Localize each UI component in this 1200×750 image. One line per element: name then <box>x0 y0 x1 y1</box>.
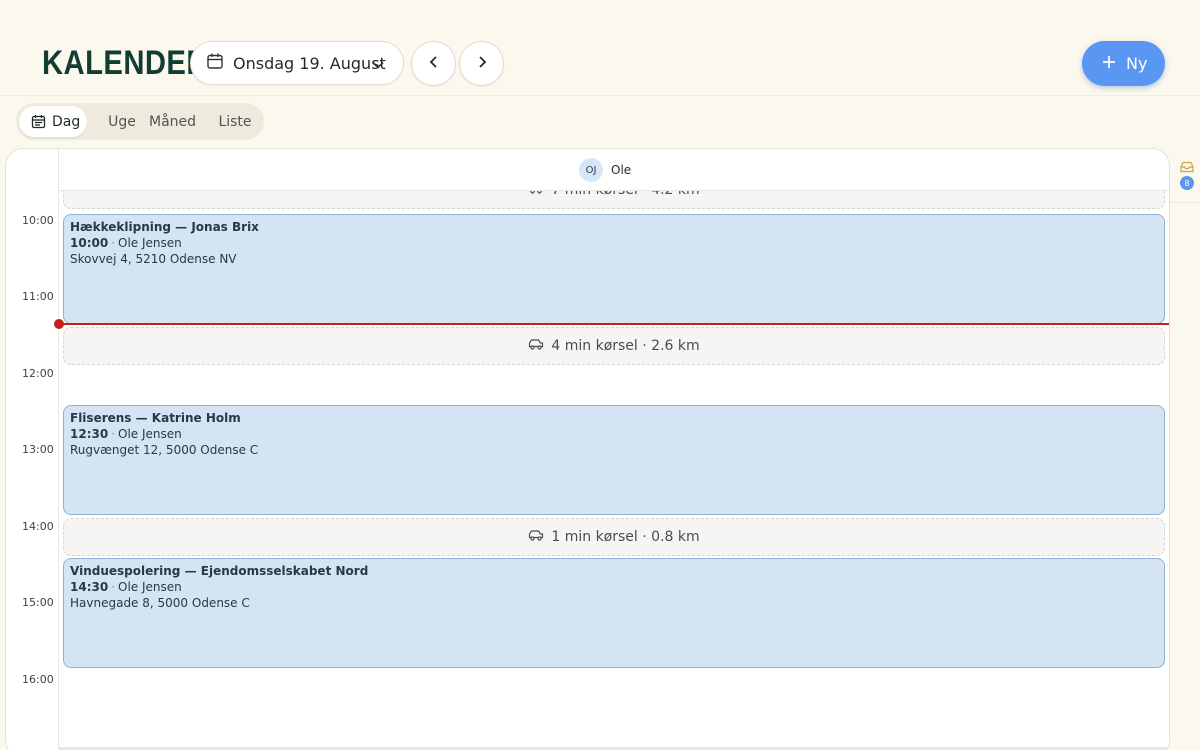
avatar: OJ <box>579 158 603 182</box>
event-address: Skovvej 4, 5210 Odense NV <box>70 252 237 266</box>
resource-name: Ole <box>611 163 632 177</box>
event-person: Ole Jensen <box>118 580 182 594</box>
tab-month-label: Måned <box>148 113 197 130</box>
separator: · <box>111 580 116 594</box>
side-rail: 8 <box>1170 148 1200 203</box>
inbox-icon[interactable] <box>1180 158 1194 177</box>
tab-day-label: Dag <box>52 113 81 130</box>
calendar-event[interactable]: Fliserens — Katrine Holm 12:30 · Ole Jense… <box>63 405 1165 515</box>
chevron-down-icon <box>371 57 385 76</box>
event-address: Rugvænget 12, 5000 Odense C <box>70 443 259 457</box>
current-time-dot <box>54 319 64 329</box>
day-column[interactable]: 7 min kørsel · 4.2 km Hækkeklipning — Jo… <box>59 171 1169 750</box>
event-title: Hækkeklipning — Jonas Brix <box>70 220 259 234</box>
page-title: KALENDER <box>42 44 208 82</box>
event-time: 14:30 <box>70 580 109 594</box>
event-time: 10:00 <box>70 236 109 250</box>
time-label: 13:00 <box>22 443 54 456</box>
time-label: 16:00 <box>22 673 54 686</box>
new-event-button[interactable]: Ny <box>1082 41 1165 86</box>
car-icon <box>528 338 544 354</box>
chevron-left-icon <box>427 54 441 73</box>
tab-list[interactable]: Liste <box>215 106 255 137</box>
drive-text: 4 min kørsel · 2.6 km <box>551 338 700 354</box>
tab-week[interactable]: Uge <box>102 106 142 137</box>
event-address: Havnegade 8, 5000 Odense C <box>70 596 250 610</box>
tab-week-label: Uge <box>108 113 136 130</box>
plus-icon <box>1102 54 1116 73</box>
date-label: Onsdag 19. August <box>233 53 386 73</box>
time-label: 14:00 <box>22 520 54 533</box>
time-gutter: 10:00 11:00 12:00 13:00 14:00 15:00 16:0… <box>6 149 59 750</box>
notification-badge: 8 <box>1180 176 1194 190</box>
event-title: Fliserens — Katrine Holm <box>70 411 241 425</box>
calendar-icon <box>31 114 46 129</box>
next-day-button[interactable] <box>459 41 504 86</box>
car-icon <box>528 529 544 545</box>
time-label: 15:00 <box>22 596 54 609</box>
current-time-line <box>59 323 1169 325</box>
top-header: KALENDER Onsdag 19. August Ny <box>0 0 1200 96</box>
day-calendar: 10:00 11:00 12:00 13:00 14:00 15:00 16:0… <box>5 148 1170 750</box>
event-person: Ole Jensen <box>118 427 182 441</box>
event-person: Ole Jensen <box>118 236 182 250</box>
event-title: Vinduespolering — Ejendomsselskabet Nord <box>70 564 369 578</box>
drive-info: 4 min kørsel · 2.6 km <box>63 327 1165 365</box>
tab-list-label: Liste <box>218 113 252 130</box>
separator: · <box>111 427 116 441</box>
date-picker-button[interactable]: Onsdag 19. August <box>190 41 404 85</box>
resource-header: OJ Ole <box>59 149 1169 191</box>
tab-day[interactable]: Dag <box>19 106 87 137</box>
view-switcher: Dag Uge Måned Liste <box>16 103 264 140</box>
new-button-label: Ny <box>1126 54 1148 73</box>
separator: · <box>111 236 116 250</box>
calendar-icon <box>206 52 224 74</box>
calendar-event[interactable]: Hækkeklipning — Jonas Brix 10:00 · Ole Jen… <box>63 214 1165 324</box>
event-time: 12:30 <box>70 427 109 441</box>
calendar-event[interactable]: Vinduespolering — Ejendomsselskabet Nord… <box>63 558 1165 668</box>
time-label: 11:00 <box>22 290 54 303</box>
previous-day-button[interactable] <box>411 41 456 86</box>
drive-text: 1 min kørsel · 0.8 km <box>551 529 700 545</box>
chevron-right-icon <box>475 54 489 73</box>
time-label: 12:00 <box>22 367 54 380</box>
tab-month[interactable]: Måned <box>149 106 196 137</box>
drive-info: 1 min kørsel · 0.8 km <box>63 518 1165 556</box>
time-label: 10:00 <box>22 214 54 227</box>
